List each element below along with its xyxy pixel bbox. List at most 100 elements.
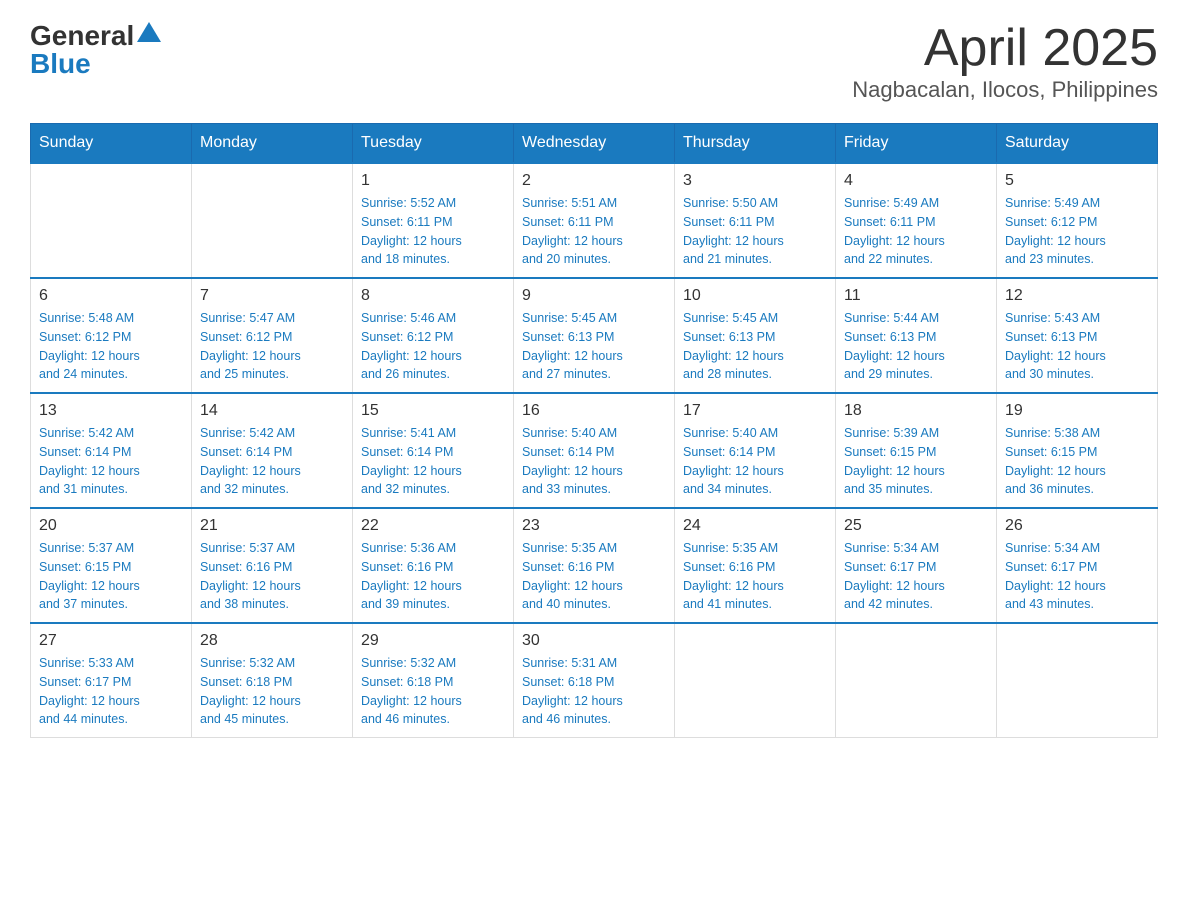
calendar-cell: 7 Sunrise: 5:47 AMSunset: 6:12 PMDaylight… <box>192 278 353 393</box>
calendar-cell: 27Sunrise: 5:33 AMSunset: 6:17 PMDayligh… <box>31 623 192 738</box>
day-info: Sunrise: 5:39 AMSunset: 6:15 PMDaylight:… <box>844 424 988 499</box>
day-number: 22 <box>361 517 505 535</box>
day-number: 9 <box>522 287 666 305</box>
calendar-cell: 20Sunrise: 5:37 AMSunset: 6:15 PMDayligh… <box>31 508 192 623</box>
day-number: 18 <box>844 402 988 420</box>
calendar-cell: 21 Sunrise: 5:37 AMSunset: 6:16 PMDayligh… <box>192 508 353 623</box>
day-number: 5 <box>1005 172 1149 190</box>
day-number: 12 <box>1005 287 1149 305</box>
day-info: Sunrise: 5:50 AMSunset: 6:11 PMDaylight:… <box>683 194 827 269</box>
calendar-cell: 1 Sunrise: 5:52 AMSunset: 6:11 PMDaylight… <box>353 163 514 278</box>
calendar-table: SundayMondayTuesdayWednesdayThursdayFrid… <box>30 123 1158 738</box>
weekday-header-tuesday: Tuesday <box>353 124 514 164</box>
logo-triangle-icon <box>137 22 161 42</box>
day-info: Sunrise: 5:49 AMSunset: 6:11 PMDaylight:… <box>844 194 988 269</box>
calendar-week-row: 27Sunrise: 5:33 AMSunset: 6:17 PMDayligh… <box>31 623 1158 738</box>
day-info: Sunrise: 5:37 AMSunset: 6:15 PMDaylight:… <box>39 539 183 614</box>
calendar-cell: 26 Sunrise: 5:34 AMSunset: 6:17 PMDayligh… <box>997 508 1158 623</box>
day-info: Sunrise: 5:52 AMSunset: 6:11 PMDaylight:… <box>361 194 505 269</box>
day-info: Sunrise: 5:43 AMSunset: 6:13 PMDaylight:… <box>1005 309 1149 384</box>
day-info: Sunrise: 5:38 AMSunset: 6:15 PMDaylight:… <box>1005 424 1149 499</box>
logo-blue-text: Blue <box>30 48 161 80</box>
calendar-cell: 24 Sunrise: 5:35 AMSunset: 6:16 PMDayligh… <box>675 508 836 623</box>
calendar-cell: 30Sunrise: 5:31 AMSunset: 6:18 PMDayligh… <box>514 623 675 738</box>
calendar-cell: 4Sunrise: 5:49 AMSunset: 6:11 PMDaylight… <box>836 163 997 278</box>
day-number: 7 <box>200 287 344 305</box>
day-number: 10 <box>683 287 827 305</box>
day-info: Sunrise: 5:47 AMSunset: 6:12 PMDaylight:… <box>200 309 344 384</box>
logo: General Blue <box>30 20 161 80</box>
day-info: Sunrise: 5:44 AMSunset: 6:13 PMDaylight:… <box>844 309 988 384</box>
calendar-cell: 16 Sunrise: 5:40 AMSunset: 6:14 PMDayligh… <box>514 393 675 508</box>
calendar-cell: 6 Sunrise: 5:48 AMSunset: 6:12 PMDaylight… <box>31 278 192 393</box>
calendar-cell: 29 Sunrise: 5:32 AMSunset: 6:18 PMDayligh… <box>353 623 514 738</box>
day-number: 16 <box>522 402 666 420</box>
calendar-cell: 3 Sunrise: 5:50 AMSunset: 6:11 PMDaylight… <box>675 163 836 278</box>
day-info: Sunrise: 5:49 AMSunset: 6:12 PMDaylight:… <box>1005 194 1149 269</box>
calendar-cell: 23 Sunrise: 5:35 AMSunset: 6:16 PMDayligh… <box>514 508 675 623</box>
calendar-cell: 22 Sunrise: 5:36 AMSunset: 6:16 PMDayligh… <box>353 508 514 623</box>
calendar-cell: 12 Sunrise: 5:43 AMSunset: 6:13 PMDayligh… <box>997 278 1158 393</box>
day-info: Sunrise: 5:34 AMSunset: 6:17 PMDaylight:… <box>844 539 988 614</box>
day-number: 3 <box>683 172 827 190</box>
calendar-cell: 5 Sunrise: 5:49 AMSunset: 6:12 PMDaylight… <box>997 163 1158 278</box>
calendar-cell: 9 Sunrise: 5:45 AMSunset: 6:13 PMDaylight… <box>514 278 675 393</box>
calendar-cell <box>192 163 353 278</box>
weekday-header-saturday: Saturday <box>997 124 1158 164</box>
calendar-week-row: 1 Sunrise: 5:52 AMSunset: 6:11 PMDaylight… <box>31 163 1158 278</box>
calendar-cell: 15Sunrise: 5:41 AMSunset: 6:14 PMDayligh… <box>353 393 514 508</box>
day-info: Sunrise: 5:34 AMSunset: 6:17 PMDaylight:… <box>1005 539 1149 614</box>
weekday-header-row: SundayMondayTuesdayWednesdayThursdayFrid… <box>31 124 1158 164</box>
day-info: Sunrise: 5:41 AMSunset: 6:14 PMDaylight:… <box>361 424 505 499</box>
title-area: April 2025 Nagbacalan, Ilocos, Philippin… <box>852 20 1158 103</box>
calendar-cell: 28Sunrise: 5:32 AMSunset: 6:18 PMDayligh… <box>192 623 353 738</box>
calendar-cell: 18 Sunrise: 5:39 AMSunset: 6:15 PMDayligh… <box>836 393 997 508</box>
calendar-cell <box>836 623 997 738</box>
day-number: 14 <box>200 402 344 420</box>
day-info: Sunrise: 5:46 AMSunset: 6:12 PMDaylight:… <box>361 309 505 384</box>
calendar-subtitle: Nagbacalan, Ilocos, Philippines <box>852 77 1158 103</box>
day-number: 1 <box>361 172 505 190</box>
day-info: Sunrise: 5:40 AMSunset: 6:14 PMDaylight:… <box>522 424 666 499</box>
calendar-week-row: 6 Sunrise: 5:48 AMSunset: 6:12 PMDaylight… <box>31 278 1158 393</box>
weekday-header-friday: Friday <box>836 124 997 164</box>
day-number: 24 <box>683 517 827 535</box>
day-info: Sunrise: 5:37 AMSunset: 6:16 PMDaylight:… <box>200 539 344 614</box>
calendar-cell <box>997 623 1158 738</box>
page-header: General Blue April 2025 Nagbacalan, Iloc… <box>30 20 1158 103</box>
day-info: Sunrise: 5:32 AMSunset: 6:18 PMDaylight:… <box>361 654 505 729</box>
day-number: 30 <box>522 632 666 650</box>
weekday-header-thursday: Thursday <box>675 124 836 164</box>
day-number: 13 <box>39 402 183 420</box>
calendar-cell <box>675 623 836 738</box>
calendar-cell <box>31 163 192 278</box>
day-number: 17 <box>683 402 827 420</box>
calendar-cell: 13 Sunrise: 5:42 AMSunset: 6:14 PMDayligh… <box>31 393 192 508</box>
day-info: Sunrise: 5:35 AMSunset: 6:16 PMDaylight:… <box>522 539 666 614</box>
weekday-header-sunday: Sunday <box>31 124 192 164</box>
day-info: Sunrise: 5:40 AMSunset: 6:14 PMDaylight:… <box>683 424 827 499</box>
day-number: 11 <box>844 287 988 305</box>
day-info: Sunrise: 5:45 AMSunset: 6:13 PMDaylight:… <box>522 309 666 384</box>
day-number: 27 <box>39 632 183 650</box>
day-number: 23 <box>522 517 666 535</box>
day-info: Sunrise: 5:42 AMSunset: 6:14 PMDaylight:… <box>39 424 183 499</box>
calendar-cell: 17 Sunrise: 5:40 AMSunset: 6:14 PMDayligh… <box>675 393 836 508</box>
day-info: Sunrise: 5:35 AMSunset: 6:16 PMDaylight:… <box>683 539 827 614</box>
calendar-title: April 2025 <box>852 20 1158 77</box>
day-number: 6 <box>39 287 183 305</box>
day-number: 28 <box>200 632 344 650</box>
day-info: Sunrise: 5:51 AMSunset: 6:11 PMDaylight:… <box>522 194 666 269</box>
day-info: Sunrise: 5:42 AMSunset: 6:14 PMDaylight:… <box>200 424 344 499</box>
day-number: 21 <box>200 517 344 535</box>
calendar-cell: 11 Sunrise: 5:44 AMSunset: 6:13 PMDayligh… <box>836 278 997 393</box>
day-info: Sunrise: 5:36 AMSunset: 6:16 PMDaylight:… <box>361 539 505 614</box>
day-number: 26 <box>1005 517 1149 535</box>
calendar-cell: 14 Sunrise: 5:42 AMSunset: 6:14 PMDayligh… <box>192 393 353 508</box>
weekday-header-monday: Monday <box>192 124 353 164</box>
day-info: Sunrise: 5:45 AMSunset: 6:13 PMDaylight:… <box>683 309 827 384</box>
day-number: 2 <box>522 172 666 190</box>
day-info: Sunrise: 5:48 AMSunset: 6:12 PMDaylight:… <box>39 309 183 384</box>
day-number: 29 <box>361 632 505 650</box>
calendar-cell: 8Sunrise: 5:46 AMSunset: 6:12 PMDaylight… <box>353 278 514 393</box>
